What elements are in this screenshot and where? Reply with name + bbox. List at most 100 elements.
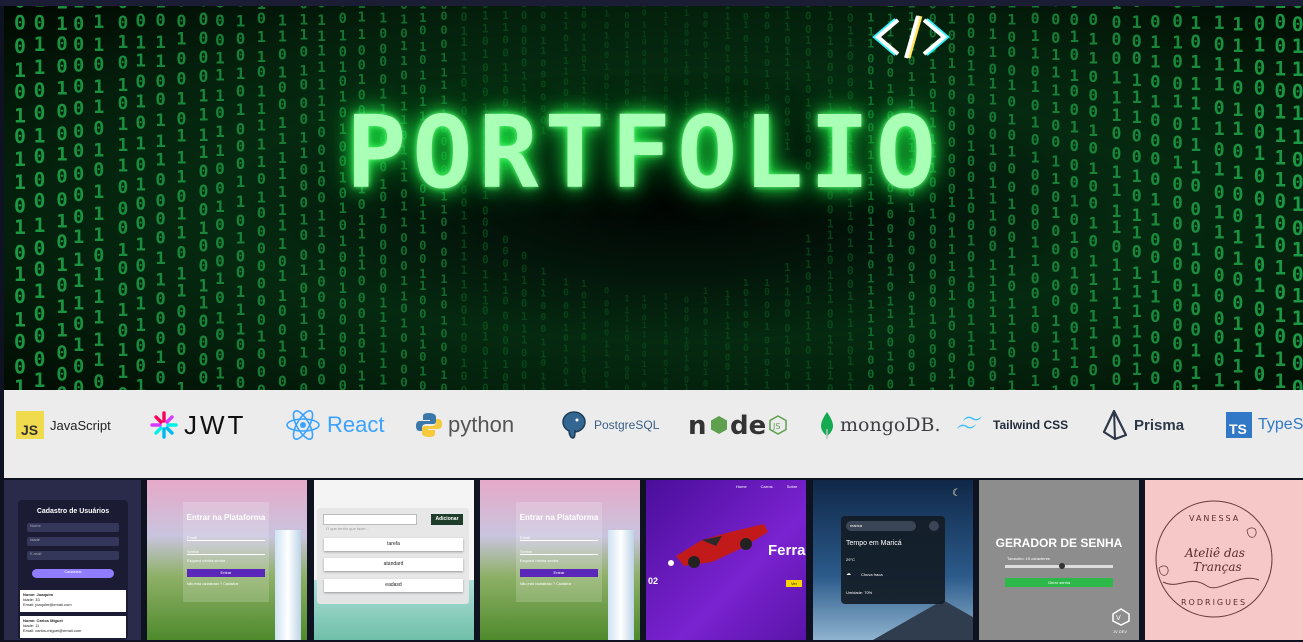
svg-text:JS: JS	[21, 422, 38, 438]
ferrari-cta-button: Ver	[786, 580, 802, 587]
svg-text:01101101011101111100: 01101101011101111100	[93, 6, 104, 390]
project-card-login-2[interactable]: Entrar na Plataforma Email Senha Esqueci…	[480, 480, 640, 640]
add-task-button: Adicionar	[431, 514, 463, 525]
tailwind-icon	[957, 416, 982, 429]
tech-item-jwt: JWT	[150, 390, 246, 460]
svg-text:001001001000000000001: 001001001000000000001	[1172, 6, 1183, 390]
javascript-icon: JS	[16, 411, 44, 439]
svg-text:00101001000101010001100: 00101001000101010001100	[1070, 6, 1079, 390]
temperature: 29°C	[846, 557, 855, 562]
svg-text:001101010100100110010: 001101010100100110010	[135, 6, 146, 390]
ferrari-brand-title: Ferrari	[768, 542, 806, 559]
age-field: Idade	[27, 537, 119, 546]
svg-text:001101100101011000: 001101100101011000	[1292, 6, 1303, 390]
weather-description: Chuva fraca	[861, 572, 883, 577]
prisma-icon	[1102, 410, 1128, 440]
hero-banner: 000101011010101001 1011001000100100011 110…	[4, 6, 1303, 390]
waterfall-decor	[608, 530, 634, 640]
svg-text:10110111110100000001000: 10110111110100000001000	[257, 6, 266, 390]
jwt-icon	[150, 411, 178, 439]
svg-text:01001010001101001110000: 01001010001101001110000	[236, 6, 245, 390]
city-input: marica	[846, 521, 916, 531]
svg-text:0000011110001001100000: 0000011110001001100000	[199, 6, 209, 390]
login-title: Entrar na Plataforma	[519, 513, 599, 522]
project-card-login[interactable]: Entrar na Plataforma Email Senha Esqueci…	[147, 480, 307, 640]
size-slider	[1005, 563, 1113, 569]
user-entry-1: Nome: Joaquim Idade: 33 Email: joaquim@e…	[20, 590, 126, 612]
project-card-todo[interactable]: O que tenho que fazer... Adicionar taref…	[314, 480, 474, 640]
svg-text:00101011100010010110: 00101011100010010110	[118, 6, 129, 390]
tech-item-prisma: Prisma	[1102, 390, 1184, 460]
svg-text:1100100100101011000: 1100100100101011000	[56, 6, 67, 390]
register-button: Cadastrar	[32, 569, 114, 578]
task-item: tarefa	[324, 538, 463, 551]
svg-text:111010011111111011001001: 111010011111111011001001	[278, 6, 287, 390]
weather-title: Tempo em Maricá	[846, 540, 902, 547]
svg-text:1010000100110100100: 1010000100110100100	[1254, 6, 1266, 390]
weather-panel: marica Tempo em Maricá 29°C ☁ Chuva frac…	[841, 516, 945, 604]
svg-text:0001110110010001010011: 0001110110010001010011	[215, 6, 225, 390]
task-item: atandard	[324, 558, 463, 571]
svg-text:001101000011001100000: 001101000011001100000	[1150, 6, 1160, 390]
task-item: eadasd	[324, 579, 463, 592]
react-icon	[286, 410, 320, 440]
project-card-ferrari[interactable]: Home Carros Sobre Ferrari 02 Ver	[646, 480, 806, 640]
tech-item-mongodb: mongoDB.	[820, 390, 941, 460]
tech-item-nodejs: n de JS node	[688, 390, 790, 460]
svg-text:de: de	[730, 411, 766, 440]
code-brackets-icon	[872, 15, 950, 59]
slide-number: 02	[648, 576, 659, 586]
atelie-script-line-2: Tranças	[1193, 560, 1242, 574]
svg-text:n: n	[688, 411, 707, 440]
project-card-atelie[interactable]: VANESSA Ateliê das Tranças RODRIGUES	[1145, 480, 1303, 640]
ferrari-nav: Home Carros Sobre	[736, 484, 798, 489]
tech-stack-bar: JS JavaScript JWT React python PostgreSQ…	[4, 390, 1303, 478]
svg-text:101100111000011000101: 101100111000011000101	[155, 6, 165, 390]
svg-text:011010001100010010110100: 011010001100010010110100	[299, 6, 308, 390]
svg-text:1000111001111011110000: 1000111001111011110000	[1112, 6, 1122, 390]
search-icon	[929, 521, 939, 531]
waterfall-decor	[275, 530, 301, 640]
todo-input: O que tenho que fazer...	[323, 514, 417, 531]
svg-text:1001011110001010111: 1001011110001010111	[1274, 6, 1286, 390]
tech-item-javascript: JS JavaScript	[16, 390, 111, 460]
carousel-arrow-icon	[668, 560, 674, 566]
postgresql-icon	[562, 411, 586, 439]
project-card-password-generator[interactable]: GERADOR DE SENHA Tamanho: 15 caracteres …	[979, 480, 1139, 640]
svg-text:110001010100100110111011: 110001010100100110111011	[1007, 6, 1016, 390]
cloud-icon: ☁	[846, 571, 851, 577]
svg-text:1000000000011110100: 1000000000011110100	[73, 6, 84, 390]
user-entry-2: Nome: Carlos Miguel Idade: 11 Email: car…	[20, 616, 126, 638]
project-card-user-registration[interactable]: Cadastro de Usuários Nome Idade E-mail C…	[4, 480, 141, 640]
svg-text:010011100101101111111: 010011100101101111111	[1132, 6, 1142, 390]
typescript-icon: TS	[1226, 412, 1252, 438]
tech-item-postgresql: PostgreSQL	[560, 390, 659, 460]
generator-title: GERADOR DE SENHA	[995, 536, 1123, 550]
svg-text:V: V	[1116, 614, 1121, 622]
svg-text:0011000101001011111101: 0011000101001011111101	[1088, 6, 1098, 390]
atelie-top-text: VANESSA	[1189, 514, 1241, 523]
svg-text:11011111100010100111: 11011111100010100111	[1190, 6, 1201, 390]
portfolio-page: 000101011010101001 1011001000100100011 110…	[0, 0, 1303, 642]
volcano-decor	[873, 600, 973, 640]
mongodb-icon	[821, 412, 833, 439]
nodejs-icon: n de JS	[688, 411, 787, 440]
svg-text:1111011010011001111: 1111011010011001111	[1232, 6, 1243, 390]
project-card-weather[interactable]: ☾ marica Tempo em Maricá 29°C ☁ Chuva fr…	[813, 480, 973, 640]
todo-panel: O que tenho que fazer... Adicionar taref…	[317, 508, 469, 604]
tech-item-tailwind: Tailwind CSS	[955, 390, 1068, 460]
size-label: Tamanho: 15 caracteres	[1007, 556, 1050, 561]
login-panel: Entrar na Plataforma Email Senha Esqueci…	[516, 502, 602, 602]
svg-text:101101010100001100100011: 101101010100001100100011	[1031, 6, 1040, 390]
hero-title: PORTFOLIO	[346, 94, 942, 211]
svg-text:0011011001011100111111001: 0011011001011100111111001	[989, 6, 998, 390]
jv-dev-logo: V	[1111, 608, 1131, 626]
project-gallery: Cadastro de Usuários Nome Idade E-mail C…	[0, 478, 1303, 642]
login-panel: Entrar na Plataforma Email Senha Esqueci…	[183, 502, 269, 602]
svg-text:11011010101100000010: 11011010101100000010	[1214, 6, 1225, 390]
email-field: E-mail	[27, 551, 119, 560]
brand-label: JV DEV	[1113, 629, 1128, 634]
moon-icon: ☾	[952, 488, 961, 499]
login-title: Entrar na Plataforma	[186, 513, 266, 522]
tech-item-react: React	[285, 390, 384, 460]
